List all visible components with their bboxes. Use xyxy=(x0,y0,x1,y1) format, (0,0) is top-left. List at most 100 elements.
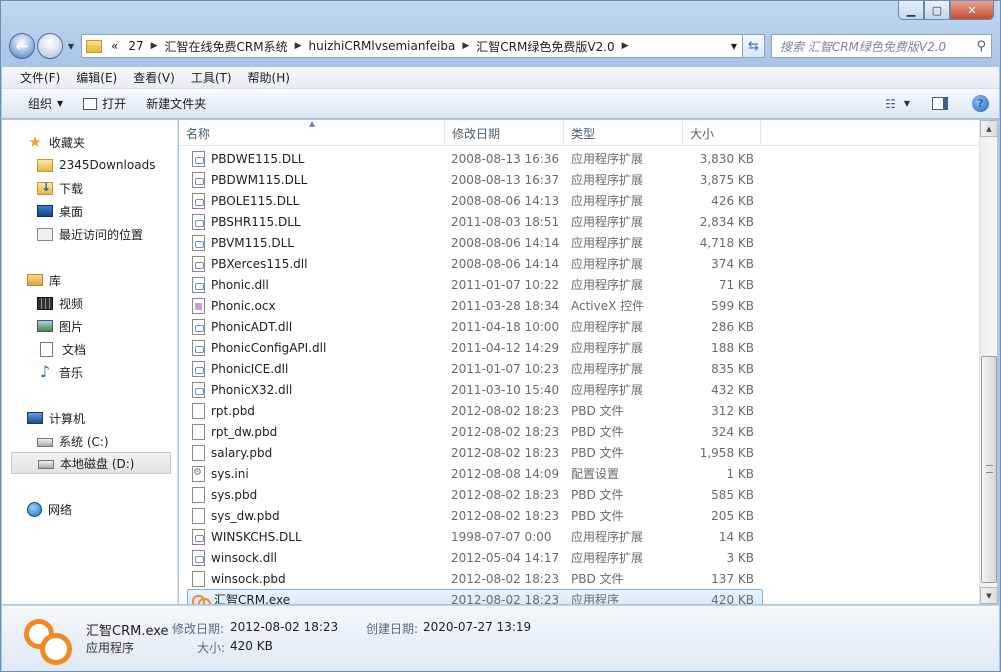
file-row[interactable]: WINSKCHS.DLL 1998-07-07 0:00 应用程序扩展 14 KB xyxy=(187,526,763,547)
file-date: 2012-08-02 18:23 xyxy=(451,424,560,439)
chevron-down-icon: ▼ xyxy=(57,99,64,108)
column-header-date[interactable]: 修改日期 xyxy=(445,120,564,146)
file-size: 835 KB xyxy=(711,361,754,376)
column-header-size[interactable]: 大小 xyxy=(683,120,761,146)
file-row[interactable]: rpt.pbd 2012-08-02 18:23 PBD 文件 312 KB xyxy=(187,400,763,421)
file-row[interactable]: PhonicICE.dll 2011-01-07 10:23 应用程序扩展 835 K… xyxy=(187,358,763,379)
recent-places-icon xyxy=(37,227,53,241)
refresh-button[interactable]: ⇆ xyxy=(743,34,765,58)
view-options-icon[interactable]: ☷ xyxy=(885,97,896,111)
dll-file-icon xyxy=(192,192,205,209)
scroll-up-button[interactable]: ▲ xyxy=(980,120,998,137)
menu-file[interactable]: 文件(F) xyxy=(12,69,68,86)
breadcrumb-separator-icon[interactable]: ▶ xyxy=(149,41,160,51)
file-type: PBD 文件 xyxy=(571,572,624,586)
file-row[interactable]: PBOLE115.DLL 2008-08-06 14:13 应用程序扩展 426 KB xyxy=(187,190,763,211)
breadcrumb-separator-icon[interactable]: ▶ xyxy=(293,41,304,51)
nav-computer[interactable]: 计算机 xyxy=(27,407,195,429)
details-size-label: 大小: xyxy=(197,641,226,655)
column-header-type[interactable]: 类型 xyxy=(564,120,683,146)
file-row[interactable]: 汇智CRM.exe 2012-08-02 18:23 应用程序 420 KB xyxy=(187,589,763,604)
file-name: PBSHR115.DLL xyxy=(211,214,301,229)
recent-pages-dropdown[interactable]: ▼ xyxy=(65,42,77,51)
menu-edit[interactable]: 编辑(E) xyxy=(68,69,125,86)
file-row[interactable]: sys.pbd 2012-08-02 18:23 PBD 文件 585 KB xyxy=(187,484,763,505)
scroll-down-button[interactable]: ▼ xyxy=(980,587,998,604)
file-name-cell: Phonic.ocx xyxy=(188,297,446,314)
maximize-button[interactable]: ▢ xyxy=(924,1,950,20)
help-icon[interactable]: ? xyxy=(972,95,989,112)
computer-icon xyxy=(27,412,43,424)
navigation-pane: ★ 收藏夹 2345Downloads 下载 桌面 最近访问的位置 库 视频 xyxy=(2,120,178,604)
file-date: 2011-08-03 18:51 xyxy=(451,214,560,229)
file-row[interactable]: PBDWE115.DLL 2008-08-13 16:36 应用程序扩展 3,830 … xyxy=(187,148,763,169)
nav-favorites[interactable]: ★ 收藏夹 xyxy=(27,131,195,153)
dll-file-icon xyxy=(192,318,205,335)
file-name-cell: PBOLE115.DLL xyxy=(188,192,446,209)
address-history-dropdown[interactable]: ▼ xyxy=(726,42,742,51)
column-header-name[interactable]: 名称 ▲ xyxy=(179,120,445,146)
open-button[interactable]: 打开 xyxy=(73,95,136,112)
file-row[interactable]: salary.pbd 2012-08-02 18:23 PBD 文件 1,958 KB xyxy=(187,442,763,463)
preview-pane-icon[interactable] xyxy=(932,97,948,110)
file-name: PhonicADT.dll xyxy=(211,319,293,334)
file-size: 188 KB xyxy=(711,340,754,355)
breadcrumb-overflow[interactable]: « xyxy=(106,39,123,53)
back-arrow-icon: ← xyxy=(15,37,29,55)
file-name: PBDWM115.DLL xyxy=(211,172,308,187)
file-row[interactable]: winsock.dll 2012-05-04 14:17 应用程序扩展 3 KB xyxy=(187,547,763,568)
nav-item-label: 视频 xyxy=(59,296,84,311)
local-drive-icon xyxy=(38,460,54,469)
breadcrumb-current-folder[interactable]: 汇智CRM绿色免费版V2.0 xyxy=(471,38,619,55)
file-size: 599 KB xyxy=(711,298,754,313)
menu-tools[interactable]: 工具(T) xyxy=(183,69,240,86)
file-row[interactable]: winsock.pbd 2012-08-02 18:23 PBD 文件 137 KB xyxy=(187,568,763,589)
nav-item-drive-d[interactable]: 本地磁盘 (D:) xyxy=(11,452,171,474)
breadcrumb-crm-system[interactable]: 汇智在线免费CRM系统 xyxy=(160,38,293,55)
pbd-file-icon xyxy=(192,444,205,461)
open-label: 打开 xyxy=(102,97,127,111)
file-row[interactable]: PhonicConfigAPI.dll 2011-04-12 14:29 应用程序扩… xyxy=(187,337,763,358)
app-icon xyxy=(22,615,76,669)
file-row[interactable]: sys_dw.pbd 2012-08-02 18:23 PBD 文件 205 KB xyxy=(187,505,763,526)
file-row[interactable]: PhonicADT.dll 2011-04-18 10:00 应用程序扩展 286 K… xyxy=(187,316,763,337)
organize-button[interactable]: 组织 ▼ xyxy=(18,95,73,112)
file-row[interactable]: PBXerces115.dll 2008-08-06 14:14 应用程序扩展 374… xyxy=(187,253,763,274)
file-row[interactable]: sys.ini 2012-08-08 14:09 配置设置 1 KB xyxy=(187,463,763,484)
file-name-cell: sys.ini xyxy=(188,465,446,482)
breadcrumb-huizhicrm[interactable]: huizhiCRMlvsemianfeiba xyxy=(304,39,461,53)
forward-button[interactable]: → xyxy=(37,33,63,59)
back-button[interactable]: ← xyxy=(9,33,35,59)
address-bar[interactable]: « 27 ▶ 汇智在线免费CRM系统 ▶ huizhiCRMlvsemianfe… xyxy=(81,34,743,58)
file-row[interactable]: PBSHR115.DLL 2011-08-03 18:51 应用程序扩展 2,834 … xyxy=(187,211,763,232)
breadcrumb-27[interactable]: 27 xyxy=(123,39,148,53)
search-input[interactable]: 搜索 汇智CRM绿色免费版V2.0 ⚲ xyxy=(771,34,992,58)
view-options-dropdown[interactable]: ▼ xyxy=(904,99,910,108)
close-button[interactable]: ✕ xyxy=(950,1,994,20)
document-icon xyxy=(40,341,53,357)
file-row[interactable]: PBVM115.DLL 2008-08-06 14:14 应用程序扩展 4,718 K… xyxy=(187,232,763,253)
vertical-scrollbar[interactable]: ▲ ▼ xyxy=(979,120,998,604)
file-row[interactable]: PhonicX32.dll 2011-03-10 15:40 应用程序扩展 432 K… xyxy=(187,379,763,400)
download-folder-icon xyxy=(37,180,53,195)
file-name-cell: PBXerces115.dll xyxy=(188,255,446,272)
file-row[interactable]: PBDWM115.DLL 2008-08-13 16:37 应用程序扩展 3,875 … xyxy=(187,169,763,190)
breadcrumb-separator-icon[interactable]: ▶ xyxy=(620,41,631,51)
minimize-button[interactable]: ▁ xyxy=(898,1,924,20)
file-row[interactable]: Phonic.dll 2011-01-07 10:22 应用程序扩展 71 KB xyxy=(187,274,763,295)
menu-view[interactable]: 查看(V) xyxy=(125,69,183,86)
details-size-value: 420 KB xyxy=(230,639,273,653)
nav-network[interactable]: 网络 xyxy=(27,498,195,520)
breadcrumb-separator-icon[interactable]: ▶ xyxy=(460,41,471,51)
file-size: 3,830 KB xyxy=(699,151,754,166)
file-type: 应用程序扩展 xyxy=(571,236,644,250)
file-date: 2011-04-18 10:00 xyxy=(451,319,560,334)
file-row[interactable]: rpt_dw.pbd 2012-08-02 18:23 PBD 文件 324 KB xyxy=(187,421,763,442)
menu-help[interactable]: 帮助(H) xyxy=(240,69,298,86)
search-icon[interactable]: ⚲ xyxy=(976,39,986,54)
navigation-bar: ← → ▼ « 27 ▶ 汇智在线免费CRM系统 ▶ huizhiCRMlvse… xyxy=(9,29,992,63)
scroll-thumb[interactable] xyxy=(981,356,997,583)
nav-libraries[interactable]: 库 xyxy=(27,269,195,291)
file-row[interactable]: Phonic.ocx 2011-03-28 18:34 ActiveX 控件 599 … xyxy=(187,295,763,316)
new-folder-button[interactable]: 新建文件夹 xyxy=(136,95,216,112)
